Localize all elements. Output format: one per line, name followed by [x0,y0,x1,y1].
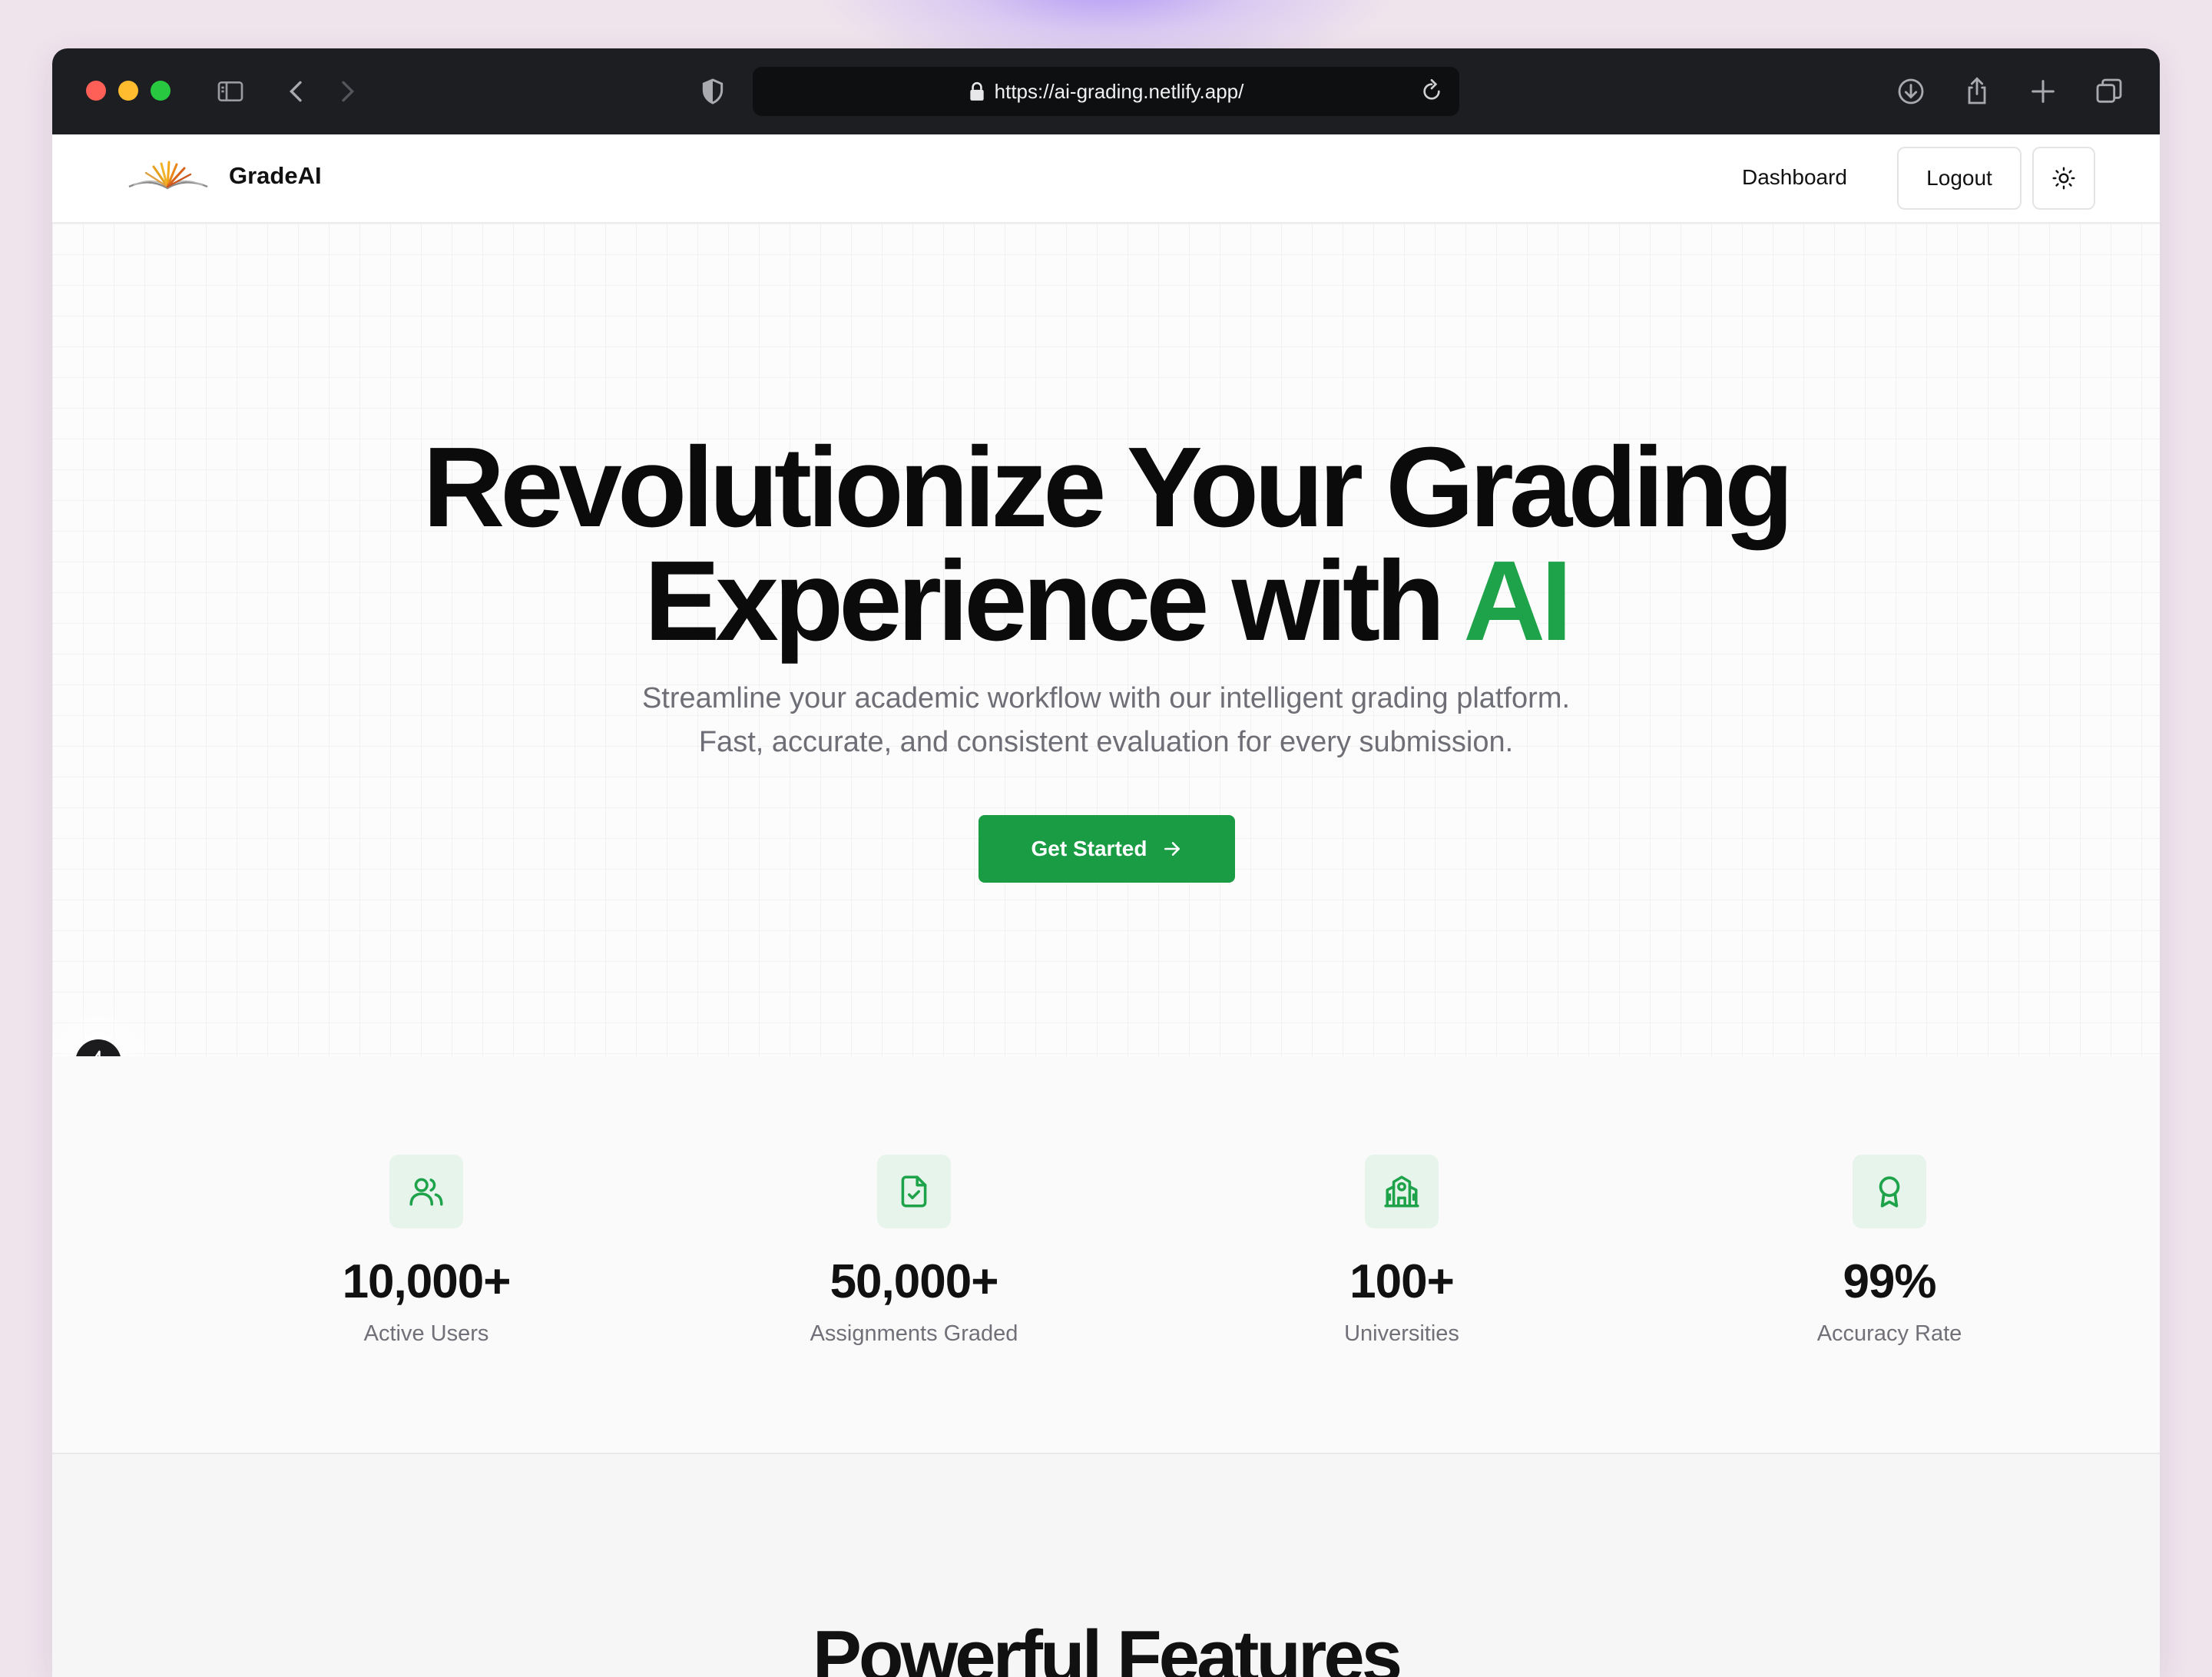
stat-value: 99% [1843,1255,1936,1308]
sidebar-toggle-icon[interactable] [210,71,250,111]
minimize-window-button[interactable] [118,81,138,101]
share-icon[interactable] [1957,71,1997,111]
hero-title-line2: Experience with [644,538,1464,665]
tab-overview-icon[interactable] [2089,71,2129,111]
features-title: Powerful Features [812,1616,1402,1677]
browser-window: https://ai-grading.netlify.app/ GradeAI … [52,48,2160,1677]
back-icon[interactable] [276,71,316,111]
new-tab-icon[interactable] [2023,71,2063,111]
hero-title-accent: AI [1463,538,1572,665]
hero-section: Revolutionize Your Grading Experience wi… [52,224,2160,1058]
brand-name[interactable]: GradeAI [229,162,322,190]
stat-universities: 100+ Universities [1210,1155,1594,1347]
stat-value: 100+ [1349,1255,1455,1308]
reload-icon[interactable] [1419,79,1444,104]
users-icon [389,1155,463,1228]
stat-label: Assignments Graded [810,1321,1018,1346]
theme-toggle-button[interactable] [2032,147,2095,210]
stats-section: 10,000+ Active Users 50,000+ Assignments… [52,1056,2160,1454]
forward-icon[interactable] [327,71,367,111]
award-icon [1853,1155,1926,1228]
get-started-label: Get Started [1031,837,1147,860]
hero-title: Revolutionize Your Grading Experience wi… [52,431,2160,658]
browser-toolbar: https://ai-grading.netlify.app/ [52,48,2160,134]
stat-value: 50,000+ [830,1255,999,1308]
open-book-logo-icon[interactable] [126,157,210,196]
site-navbar: GradeAI Dashboard Logout [52,134,2160,224]
hero-subtitle-line2: Fast, accurate, and consistent evaluatio… [698,726,1514,758]
lock-icon [969,81,984,101]
address-bar[interactable]: https://ai-grading.netlify.app/ [753,67,1459,116]
hero-subtitle: Streamline your academic workflow with o… [52,677,2160,764]
nav-link-dashboard[interactable]: Dashboard [1742,165,1847,190]
stat-value: 10,000+ [342,1255,512,1308]
stat-label: Active Users [363,1321,489,1346]
logout-button[interactable]: Logout [1897,147,2022,210]
shield-icon[interactable] [693,71,733,111]
features-section: Powerful Features [52,1454,2160,1677]
stat-assignments-graded: 50,000+ Assignments Graded [722,1155,1106,1347]
hero-subtitle-line1: Streamline your academic workflow with o… [641,682,1571,714]
close-window-button[interactable] [86,81,106,101]
stat-accuracy-rate: 99% Accuracy Rate [1697,1155,2081,1347]
stat-label: Universities [1344,1321,1459,1346]
arrow-right-icon [1164,842,1181,856]
hero-title-line1: Revolutionize Your Grading [422,424,1793,551]
url-text: https://ai-grading.netlify.app/ [994,79,1244,103]
download-icon[interactable] [1891,71,1931,111]
file-check-icon [877,1155,951,1228]
stat-active-users: 10,000+ Active Users [234,1155,618,1347]
sun-icon [2052,167,2075,190]
stat-label: Accuracy Rate [1816,1321,1962,1346]
school-icon [1365,1155,1439,1228]
zoom-window-button[interactable] [151,81,171,101]
get-started-button[interactable]: Get Started [979,815,1235,883]
